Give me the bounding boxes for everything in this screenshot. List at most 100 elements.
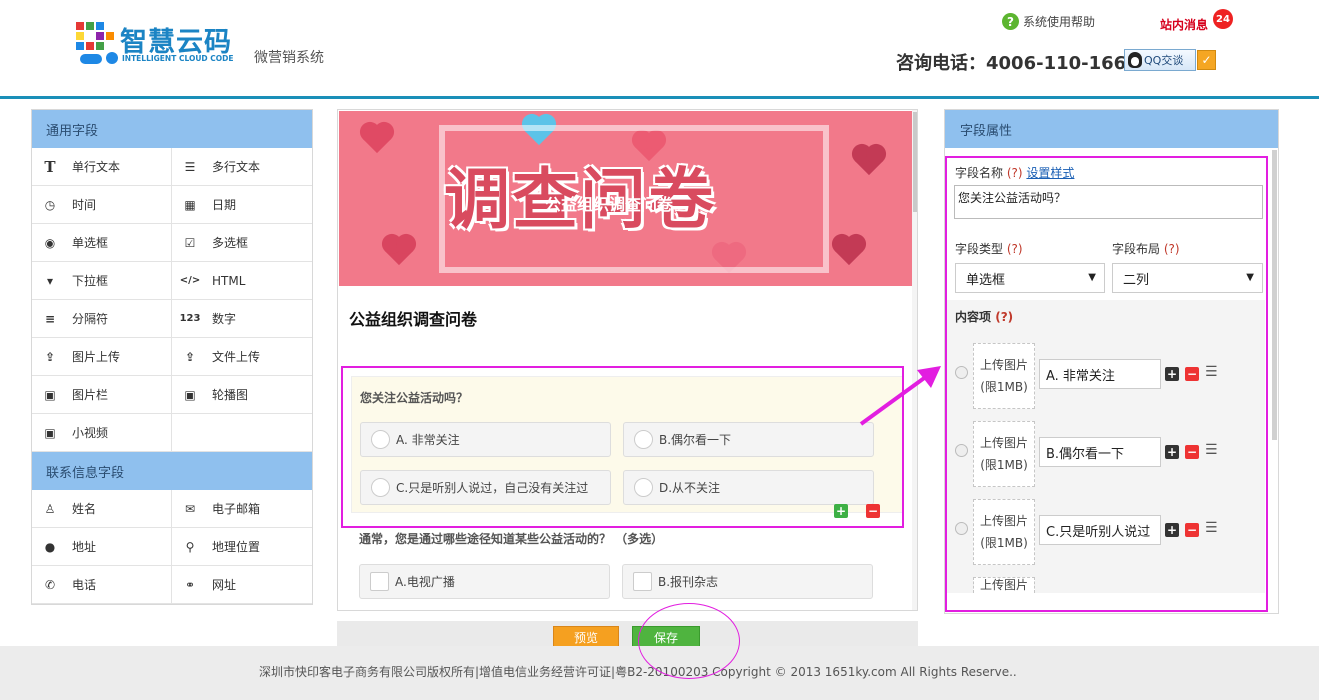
general-fields-heading: 通用字段 bbox=[32, 110, 312, 148]
number-icon: 123 bbox=[179, 313, 201, 324]
field-label: 轮播图 bbox=[212, 388, 249, 402]
field-label: 数字 bbox=[212, 312, 237, 326]
contact-fields: ♙ 姓名 ✉ 电子邮箱 ● 地址 ⚲ 地理位置 ✆ 电话 ⚭ 网址 bbox=[32, 490, 312, 604]
clock-icon: ◷ bbox=[44, 197, 56, 212]
header: 智慧云码 INTELLIGENT CLOUD CODE 微营销系统 ? 系统使用… bbox=[0, 0, 1319, 96]
field-label: 电话 bbox=[72, 578, 97, 592]
checkbox[interactable] bbox=[370, 572, 389, 591]
qq-penguin-icon bbox=[1128, 52, 1142, 68]
field-label: 图片栏 bbox=[72, 388, 109, 402]
field-label: 多选框 bbox=[212, 236, 249, 250]
field-url[interactable]: ⚭ 网址 bbox=[172, 566, 312, 604]
field-label: 地址 bbox=[72, 540, 97, 554]
field-name[interactable]: ♙ 姓名 bbox=[32, 490, 172, 528]
field-file-upload[interactable]: ⇪ 文件上传 bbox=[172, 338, 312, 376]
field-address[interactable]: ● 地址 bbox=[32, 528, 172, 566]
field-time[interactable]: ◷ 时间 bbox=[32, 186, 172, 224]
field-image-bar[interactable]: ▣ 图片栏 bbox=[32, 376, 172, 414]
general-fields: T 单行文本 ☰ 多行文本 ◷ 时间 ▦ 日期 ◉ 单选框 ☑ 多选框 ▾ 下拉框 </> HT… bbox=[32, 148, 312, 452]
link-icon: ⚭ bbox=[184, 577, 196, 592]
phone-icon: ✆ bbox=[44, 577, 56, 592]
preview-button[interactable]: 预览 bbox=[553, 626, 619, 648]
banner-subtitle: 公益组织调查问卷 bbox=[545, 195, 674, 214]
field-video[interactable]: ▣ 小视频 bbox=[32, 414, 172, 452]
banner-image: 调查问卷 公益组织调查问卷 bbox=[339, 111, 912, 286]
field-label: 姓名 bbox=[72, 502, 97, 516]
properties-scrollbar[interactable] bbox=[1272, 150, 1277, 440]
arrow-annotation bbox=[859, 366, 941, 426]
separator-icon: ≡ bbox=[44, 311, 56, 326]
consult-phone: 咨询电话：4006-110-166 bbox=[896, 53, 1127, 74]
location-icon: ⚲ bbox=[185, 539, 195, 554]
form-title: 公益组织调查问卷 bbox=[349, 310, 478, 329]
form-preview: 调查问卷 公益组织调查问卷 公益组织调查问卷 您关注公益活动吗？ A. 非常关注… bbox=[337, 109, 918, 611]
option-b[interactable]: B.报刊杂志 bbox=[622, 564, 873, 599]
contact-fields-heading: 联系信息字段 bbox=[32, 452, 312, 490]
qq-label: QQ交谈 bbox=[1144, 54, 1184, 67]
field-single-line[interactable]: T 单行文本 bbox=[32, 148, 172, 186]
field-multi-line[interactable]: ☰ 多行文本 bbox=[172, 148, 312, 186]
image-icon: ▣ bbox=[184, 387, 196, 402]
field-radio[interactable]: ◉ 单选框 bbox=[32, 224, 172, 262]
heart-decoration bbox=[854, 146, 884, 176]
field-label: 小视频 bbox=[72, 426, 109, 440]
image-icon: ▣ bbox=[44, 387, 56, 402]
field-email[interactable]: ✉ 电子邮箱 bbox=[172, 490, 312, 528]
field-label: 下拉框 bbox=[72, 274, 109, 288]
calendar-icon: ▦ bbox=[184, 197, 196, 212]
logo[interactable]: 智慧云码 INTELLIGENT CLOUD CODE bbox=[76, 20, 276, 68]
field-location[interactable]: ⚲ 地理位置 bbox=[172, 528, 312, 566]
field-image-upload[interactable]: ⇪ 图片上传 bbox=[32, 338, 172, 376]
user-icon: ♙ bbox=[44, 501, 56, 516]
field-date[interactable]: ▦ 日期 bbox=[172, 186, 312, 224]
option-a[interactable]: A.电视广播 bbox=[359, 564, 610, 599]
field-carousel[interactable]: ▣ 轮播图 bbox=[172, 376, 312, 414]
highlight-ellipse bbox=[638, 603, 740, 679]
header-divider bbox=[0, 96, 1319, 99]
field-label: 日期 bbox=[212, 198, 237, 212]
logo-qr-icon bbox=[76, 22, 118, 66]
field-number[interactable]: 123 数字 bbox=[172, 300, 312, 338]
email-icon: ✉ bbox=[184, 501, 196, 516]
field-empty bbox=[172, 414, 312, 452]
field-phone[interactable]: ✆ 电话 bbox=[32, 566, 172, 604]
preview-scrollbar-thumb[interactable] bbox=[913, 112, 917, 212]
field-checkbox[interactable]: ☑ 多选框 bbox=[172, 224, 312, 262]
question-label: 通常，您是通过哪些途径知道某些公益活动的？ （多选） bbox=[359, 532, 664, 546]
field-label: 单选框 bbox=[72, 236, 109, 250]
check-icon[interactable]: ✓ bbox=[1197, 50, 1216, 70]
field-label: 分隔符 bbox=[72, 312, 109, 326]
field-palette: 通用字段 T 单行文本 ☰ 多行文本 ◷ 时间 ▦ 日期 ◉ 单选框 ☑ 多选框 ▾ 下拉框 … bbox=[31, 109, 313, 605]
upload-icon: ⇪ bbox=[44, 349, 56, 364]
help-link[interactable]: ? 系统使用帮助 bbox=[1002, 13, 1095, 30]
qq-chat-button[interactable]: QQ交谈 bbox=[1124, 49, 1196, 71]
logo-english: INTELLIGENT CLOUD CODE bbox=[122, 54, 234, 63]
highlight-box bbox=[945, 156, 1268, 612]
action-bar bbox=[337, 621, 918, 646]
heart-decoration bbox=[362, 124, 392, 154]
option-label: A.电视广播 bbox=[395, 575, 455, 589]
heart-decoration bbox=[834, 236, 864, 266]
heart-decoration bbox=[384, 236, 414, 266]
text-icon: T bbox=[44, 157, 56, 176]
upload-icon: ⇪ bbox=[184, 349, 196, 364]
dropdown-icon: ▾ bbox=[46, 273, 54, 288]
highlight-box bbox=[341, 366, 904, 528]
checkbox-icon: ☑ bbox=[184, 235, 196, 250]
messages-link[interactable]: 站内消息 bbox=[1160, 16, 1208, 33]
logo-subtitle: 微营销系统 bbox=[254, 50, 324, 66]
field-separator[interactable]: ≡ 分隔符 bbox=[32, 300, 172, 338]
field-label: 文件上传 bbox=[212, 350, 261, 364]
footer-copyright: 深圳市快印客电子商务有限公司版权所有|增值电信业务经营许可证|粤B2-20100… bbox=[259, 665, 1017, 679]
field-label: 网址 bbox=[212, 578, 237, 592]
field-label: 多行文本 bbox=[212, 160, 261, 174]
multiline-icon: ☰ bbox=[184, 159, 196, 174]
image-icon: ▣ bbox=[44, 425, 56, 440]
checkbox[interactable] bbox=[633, 572, 652, 591]
message-count-badge: 24 bbox=[1213, 9, 1233, 29]
field-label: 地理位置 bbox=[212, 540, 261, 554]
field-label: 时间 bbox=[72, 198, 97, 212]
radio-icon: ◉ bbox=[44, 235, 56, 250]
field-html[interactable]: </> HTML bbox=[172, 262, 312, 300]
field-dropdown[interactable]: ▾ 下拉框 bbox=[32, 262, 172, 300]
